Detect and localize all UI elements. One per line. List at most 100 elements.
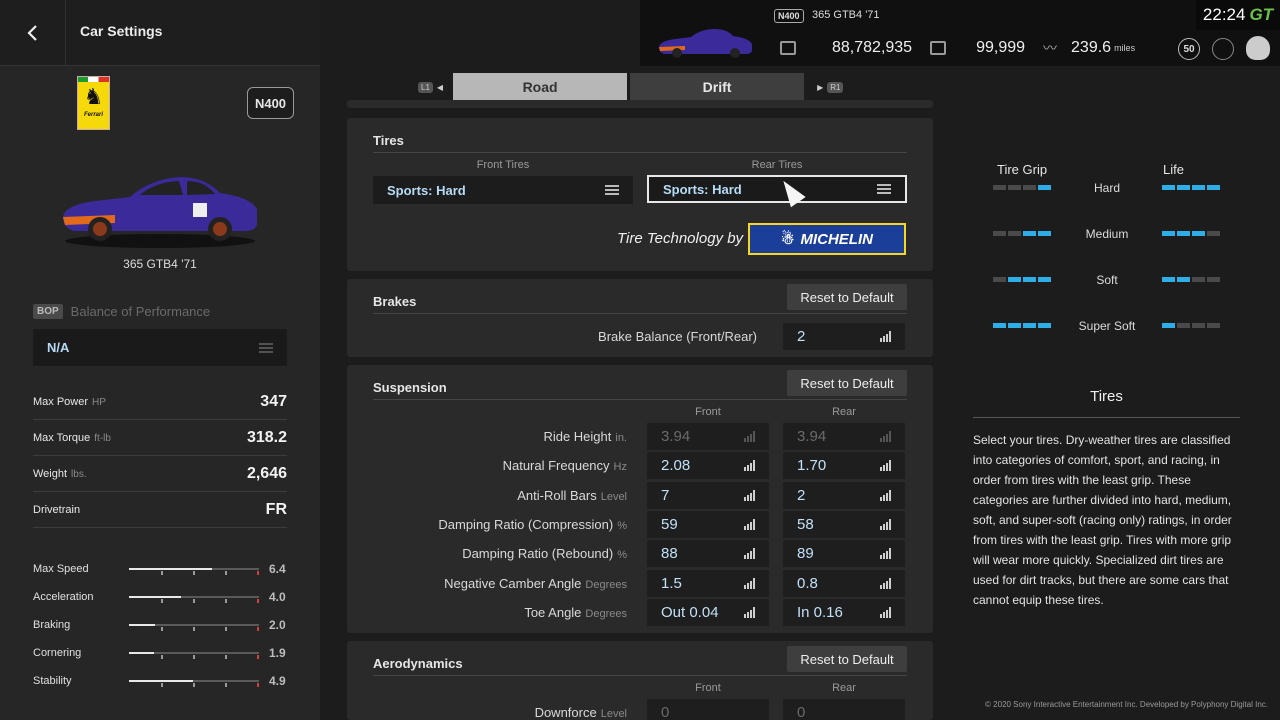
rear-value-input[interactable]: 58 bbox=[783, 510, 905, 538]
distance-unit: miles bbox=[1114, 43, 1136, 53]
front-value-input[interactable]: 59 bbox=[647, 510, 769, 538]
downforce-row: Downforce Level 0 0 bbox=[373, 699, 907, 720]
slider-icon bbox=[744, 606, 755, 618]
grip-row: Medium bbox=[993, 226, 1223, 246]
slider-icon bbox=[880, 460, 891, 472]
stat-label: Cornering bbox=[33, 647, 82, 659]
class-badge: N400 bbox=[247, 87, 294, 119]
credits-icon bbox=[780, 41, 796, 55]
front-value-input[interactable]: 88 bbox=[647, 540, 769, 568]
stat-bar bbox=[129, 620, 259, 631]
grip-bars bbox=[993, 277, 1051, 282]
aero-reset-button[interactable]: Reset to Default bbox=[787, 646, 907, 672]
rear-tires-label: Rear Tires bbox=[751, 159, 803, 171]
header-car-name: 365 GTB4 '71 bbox=[812, 9, 880, 21]
front-value-input[interactable]: 1.5 bbox=[647, 569, 769, 597]
stat-label: Stability bbox=[33, 675, 72, 687]
spec-list: Max Power HP 347 Max Torque ft-lb 318.2 We… bbox=[33, 384, 287, 528]
back-button[interactable] bbox=[0, 0, 66, 66]
compound-name: Medium bbox=[1085, 227, 1129, 241]
brake-balance-row: Brake Balance (Front/Rear) 2 bbox=[373, 323, 907, 350]
stat-value: 4.0 bbox=[269, 590, 286, 604]
suspension-row-label: Ride Height in. bbox=[543, 429, 627, 444]
slider-icon bbox=[880, 431, 891, 442]
life-bars bbox=[1162, 231, 1220, 236]
page-title: Car Settings bbox=[80, 23, 163, 39]
brake-balance-label: Brake Balance (Front/Rear) bbox=[598, 329, 757, 344]
mode-tabs: L1 ◀ Road Drift ▶ R1 bbox=[418, 73, 847, 101]
rear-value-input[interactable]: 3.94 bbox=[783, 423, 905, 450]
front-tires-select[interactable]: Sports: Hard bbox=[373, 176, 633, 204]
mileage-icon bbox=[930, 41, 947, 55]
stat-bar bbox=[129, 564, 259, 575]
suspension-panel: Suspension Reset to Default Front Rear R… bbox=[347, 365, 933, 633]
grip-bars bbox=[993, 323, 1051, 328]
grip-row: Super Soft bbox=[993, 318, 1223, 338]
distance-value: 239.6 bbox=[1071, 39, 1112, 56]
suspension-row-label: Damping Ratio (Compression)% bbox=[438, 516, 627, 532]
suspension-row: Anti-Roll Bars Level 7 2 bbox=[373, 481, 907, 509]
slider-icon bbox=[744, 548, 755, 560]
mileage-points: 99,999 bbox=[976, 39, 1026, 56]
rear-value-input[interactable]: In 0.16 bbox=[783, 598, 905, 626]
bop-select[interactable]: N/A bbox=[33, 329, 287, 366]
front-value-input[interactable]: 2.08 bbox=[647, 452, 769, 480]
tire-grip-header: Tire Grip bbox=[997, 162, 1048, 177]
stat-bar bbox=[129, 592, 259, 603]
menu-icon bbox=[877, 184, 891, 194]
stat-value: 6.4 bbox=[269, 562, 286, 576]
slider-icon bbox=[880, 518, 891, 530]
front-value-input[interactable]: 7 bbox=[647, 481, 769, 509]
arrow-right-icon: ▶ bbox=[817, 82, 824, 92]
car-thumbnail bbox=[659, 29, 752, 58]
grip-row: Soft bbox=[993, 272, 1223, 292]
stat-row: Stability 4.9 bbox=[33, 667, 287, 695]
copyright: © 2020 Sony Interactive Entertainment In… bbox=[985, 700, 1268, 709]
rear-value-input[interactable]: 2 bbox=[783, 481, 905, 509]
slider-icon bbox=[744, 431, 755, 442]
stat-row: Cornering 1.9 bbox=[33, 639, 287, 667]
front-value-input[interactable]: 3.94 bbox=[647, 423, 769, 450]
rear-value-input[interactable]: 89 bbox=[783, 540, 905, 568]
tab-road[interactable]: Road bbox=[453, 73, 628, 101]
grip-bars bbox=[993, 185, 1051, 190]
stat-row: Max Speed 6.4 bbox=[33, 555, 287, 583]
rear-tires-select[interactable]: Sports: Hard bbox=[647, 175, 907, 203]
bop-badge: BOP bbox=[33, 304, 63, 319]
suspension-row-label: Damping Ratio (Rebound)% bbox=[462, 546, 627, 562]
slider-icon bbox=[880, 489, 891, 501]
brake-balance-input[interactable]: 2 bbox=[783, 323, 905, 350]
top-bar: Car Settings bbox=[0, 0, 320, 66]
spec-value: FR bbox=[265, 500, 287, 518]
brakes-title: Brakes bbox=[373, 294, 417, 309]
downforce-rear-input[interactable]: 0 bbox=[783, 699, 905, 720]
front-value-input[interactable]: Out 0.04 bbox=[647, 598, 769, 626]
suspension-row-label: Toe Angle Degrees bbox=[524, 604, 627, 620]
stat-label: Acceleration bbox=[33, 591, 94, 603]
brakes-reset-button[interactable]: Reset to Default bbox=[787, 284, 907, 310]
stat-value: 4.9 bbox=[269, 674, 286, 688]
bop-value: N/A bbox=[47, 340, 70, 355]
suspension-reset-button[interactable]: Reset to Default bbox=[787, 370, 907, 396]
distance-icon: 〰 bbox=[1043, 40, 1058, 56]
header-class-badge: N400 bbox=[774, 9, 804, 23]
rear-value-input[interactable]: 0.8 bbox=[783, 569, 905, 597]
bibendum-icon: ☃ bbox=[781, 231, 795, 248]
suspension-row: Natural Frequency Hz 2.08 1.70 bbox=[373, 452, 907, 480]
bop-label: Balance of Performance bbox=[70, 304, 211, 319]
grip-bars bbox=[993, 231, 1051, 236]
panel-top-fragment bbox=[347, 100, 933, 108]
l1-button-hint: L1 bbox=[418, 81, 433, 93]
life-bars bbox=[1162, 277, 1220, 282]
rank-icon bbox=[1246, 36, 1270, 60]
downforce-front-input[interactable]: 0 bbox=[647, 699, 769, 720]
menu-icon bbox=[259, 342, 273, 353]
gt-logo: GT bbox=[1249, 5, 1274, 24]
compound-name: Super Soft bbox=[1078, 319, 1136, 333]
stat-label: Braking bbox=[33, 619, 71, 631]
rear-value-input[interactable]: 1.70 bbox=[783, 452, 905, 480]
slider-icon bbox=[744, 489, 755, 501]
suspension-row: Negative Camber Angle Degrees 1.5 0.8 bbox=[373, 569, 907, 597]
description-text: Select your tires. Dry-weather tires are… bbox=[973, 433, 1232, 607]
tab-drift[interactable]: Drift bbox=[630, 73, 805, 101]
